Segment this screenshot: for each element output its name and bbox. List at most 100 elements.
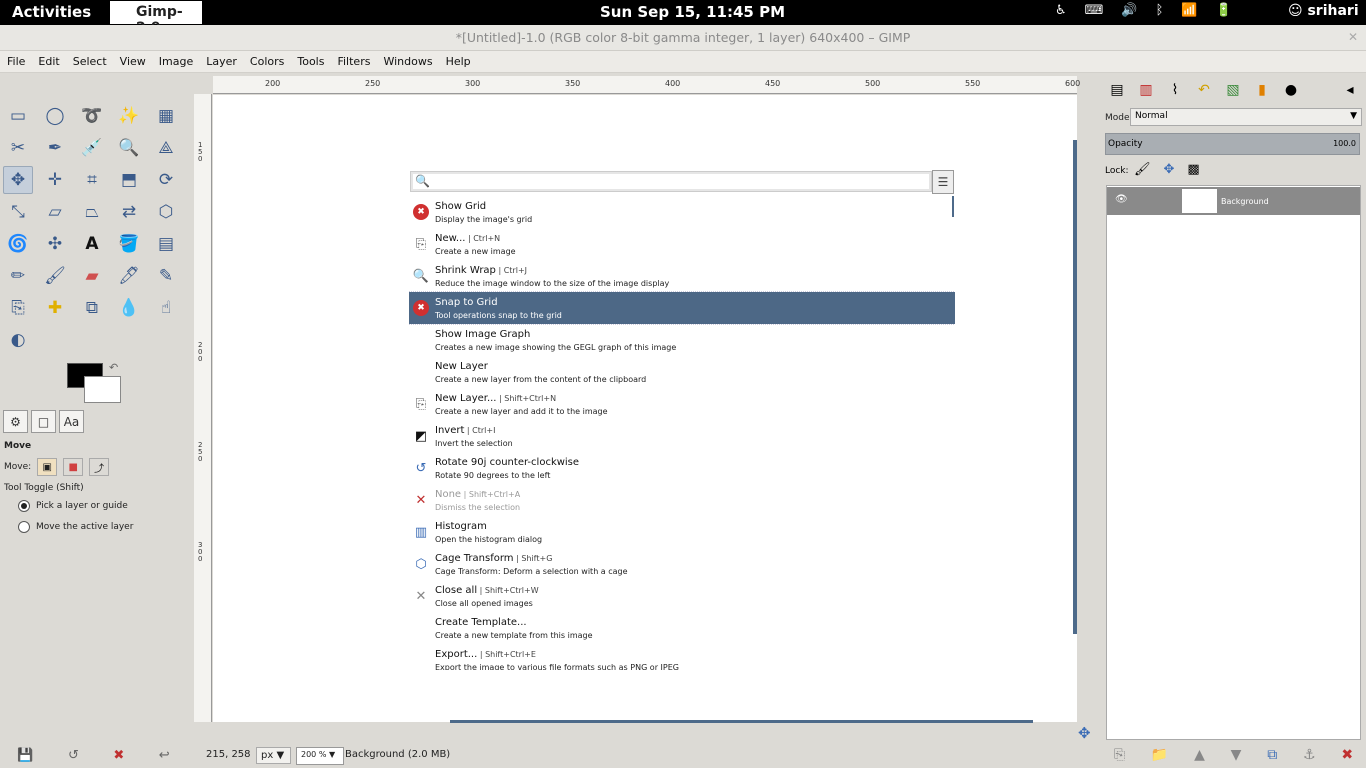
bluetooth-icon[interactable]: ᛒ — [1156, 3, 1164, 22]
free-select-icon[interactable]: ➰ — [77, 102, 107, 130]
heal-icon[interactable]: ✚ — [40, 294, 70, 322]
delete-options-icon[interactable]: ✖ — [113, 748, 124, 763]
color-select-icon[interactable]: ▦ — [151, 102, 181, 130]
flip-icon[interactable]: ⇄ — [114, 198, 144, 226]
delete-layer-icon[interactable]: ✖ — [1341, 747, 1353, 763]
search-result-item[interactable]: ✖ Snap to Grid Tool operations snap to the… — [409, 291, 955, 325]
menu-layer[interactable]: Layer — [199, 51, 243, 72]
search-result-item[interactable]: ▥ Histogram Open the histogram dialog — [409, 516, 955, 548]
unified-transform-icon[interactable]: ⬒ — [114, 166, 144, 194]
smudge-icon[interactable]: ☝ — [151, 294, 181, 322]
horizontal-ruler[interactable]: 200 250 300 350 400 450 500 550 600 — [213, 76, 1080, 94]
menu-colors[interactable]: Colors — [243, 51, 290, 72]
volume-icon[interactable]: 🔊 — [1121, 3, 1137, 22]
zoom-select[interactable]: 200 % ▼ — [296, 747, 344, 765]
align-icon[interactable]: ✛ — [40, 166, 70, 194]
move-path-mode-icon[interactable]: ⤴ — [89, 458, 110, 476]
lock-pixels-icon[interactable]: 🖌 — [1134, 162, 1151, 177]
images-tab-icon[interactable]: ▧ — [1220, 77, 1246, 103]
move-selection-mode-icon[interactable]: ■ — [63, 458, 84, 476]
pick-layer-radio[interactable]: Pick a layer or guide — [18, 500, 128, 512]
search-result-item[interactable]: ⎘ New Layer... | Shift+Ctrl+N Create a new… — [409, 388, 955, 420]
shear-icon[interactable]: ▱ — [40, 198, 70, 226]
rect-select-icon[interactable]: ▭ — [3, 102, 33, 130]
menu-tools[interactable]: Tools — [290, 51, 330, 72]
menu-image[interactable]: Image — [152, 51, 199, 72]
search-result-item[interactable]: ↺ Rotate 90j counter-clockwise Rotate 90 d… — [409, 452, 955, 484]
swap-colors-icon[interactable]: ↶ — [109, 361, 118, 374]
pencil-icon[interactable]: ✏ — [3, 262, 33, 290]
accessibility-icon[interactable]: ♿ — [1055, 3, 1067, 22]
battery-icon[interactable]: 🔋 — [1216, 3, 1232, 22]
vertical-ruler[interactable]: 150 200 250 300 — [194, 94, 212, 722]
search-result-item[interactable]: ⬡ Cage Transform | Shift+G Cage Transform:… — [409, 548, 955, 580]
zoom-icon[interactable]: 🔍 — [114, 134, 144, 162]
rotate-icon[interactable]: ⟳ — [151, 166, 181, 194]
undo-history-tab-icon[interactable]: ↶ — [1191, 77, 1217, 103]
brushes-tab-icon[interactable]: ● — [1278, 77, 1304, 103]
move-layer-mode-icon[interactable]: ▣ — [37, 458, 58, 476]
background-color[interactable] — [84, 376, 121, 403]
search-menu-icon[interactable]: ☰ — [932, 170, 954, 194]
paths-icon[interactable]: ✒ — [40, 134, 70, 162]
menu-view[interactable]: View — [113, 51, 152, 72]
window-close-icon[interactable]: ✕ — [1348, 30, 1358, 44]
move-active-layer-radio[interactable]: Move the active layer — [18, 521, 133, 533]
eraser-icon[interactable]: ▰ — [77, 262, 107, 290]
app-menu-button[interactable]: Gimp-2.9 — [110, 1, 202, 36]
layer-row[interactable]: 👁 Background — [1107, 187, 1360, 215]
user-menu[interactable]: ☺ srihari — [1288, 3, 1359, 19]
search-result-item[interactable]: Create Template... Create a new template … — [409, 612, 955, 644]
search-input[interactable] — [431, 174, 921, 189]
color-picker-icon[interactable]: 💉 — [77, 134, 107, 162]
cage-transform-icon[interactable]: ⬡ — [151, 198, 181, 226]
paths-tab-icon[interactable]: ⌇ — [1162, 77, 1188, 103]
scissors-select-icon[interactable]: ✂ — [3, 134, 33, 162]
scale-icon[interactable]: ⤡ — [3, 198, 33, 226]
airbrush-icon[interactable]: 🖊 — [114, 262, 144, 290]
channels-tab-icon[interactable]: ▥ — [1133, 77, 1159, 103]
lock-position-icon[interactable]: ✥ — [1164, 162, 1175, 177]
device-status-tab-icon[interactable]: □ — [31, 410, 56, 433]
search-result-item[interactable]: ✕ Close all | Shift+Ctrl+W Close all opene… — [409, 580, 955, 612]
search-result-item[interactable]: ✖ Show Grid Display the image's grid — [409, 196, 955, 228]
gradient-icon[interactable]: ▤ — [151, 230, 181, 258]
layers-tab-icon[interactable]: ▤ — [1104, 77, 1130, 103]
text-icon[interactable]: A — [77, 230, 107, 258]
search-result-item[interactable]: ⎘ New... | Ctrl+N Create a new image — [409, 228, 955, 260]
reset-options-icon[interactable]: ↩ — [159, 748, 170, 763]
handle-transform-icon[interactable]: ✣ — [40, 230, 70, 258]
navigate-icon[interactable]: ✥ — [1078, 724, 1091, 742]
search-result-item[interactable]: ✕ None | Shift+Ctrl+A Dismiss the selectio… — [409, 484, 955, 516]
menu-select[interactable]: Select — [66, 51, 113, 72]
search-result-item[interactable]: 🔍 Shrink Wrap | Ctrl+J Reduce the image wi… — [409, 260, 955, 292]
clock[interactable]: Sun Sep 15, 11:45 PM — [600, 3, 785, 21]
paintbrush-icon[interactable]: 🖌 — [40, 262, 70, 290]
lower-layer-icon[interactable]: ▼ — [1231, 747, 1242, 763]
ink-icon[interactable]: ✎ — [151, 262, 181, 290]
restore-options-icon[interactable]: ↺ — [68, 748, 79, 763]
anchor-layer-icon[interactable]: ⚓ — [1303, 747, 1316, 763]
tool-options-tab-icon[interactable]: ⚙ — [3, 410, 28, 433]
measure-icon[interactable]: ⟁ — [151, 134, 181, 162]
mode-select[interactable]: Normal ▼ — [1130, 108, 1362, 126]
ellipse-select-icon[interactable]: ◯ — [40, 102, 70, 130]
menu-windows[interactable]: Windows — [376, 51, 438, 72]
crop-icon[interactable]: ⌗ — [77, 166, 107, 194]
move-icon[interactable]: ✥ — [3, 166, 33, 194]
text-tab[interactable]: Aa — [59, 410, 84, 433]
vertical-scrollbar[interactable] — [1073, 140, 1077, 634]
save-options-icon[interactable]: 💾 — [17, 748, 33, 763]
patterns-tab-icon[interactable]: ▮ — [1249, 77, 1275, 103]
wifi-icon[interactable]: 📶 — [1181, 3, 1197, 22]
activities-button[interactable]: Activities — [12, 3, 91, 21]
menu-edit[interactable]: Edit — [31, 51, 65, 72]
warp-icon[interactable]: 🌀 — [3, 230, 33, 258]
horizontal-scrollbar[interactable] — [450, 720, 1033, 723]
keyboard-icon[interactable]: ⌨ — [1085, 3, 1104, 22]
perspective-clone-icon[interactable]: ⧉ — [77, 294, 107, 322]
search-result-item[interactable]: Export... | Shift+Ctrl+E Export the image… — [409, 644, 955, 670]
new-layer-group-icon[interactable]: 📁 — [1151, 747, 1168, 763]
search-result-item[interactable]: New Layer Create a new layer from the con… — [409, 356, 955, 388]
blur-icon[interactable]: 💧 — [114, 294, 144, 322]
